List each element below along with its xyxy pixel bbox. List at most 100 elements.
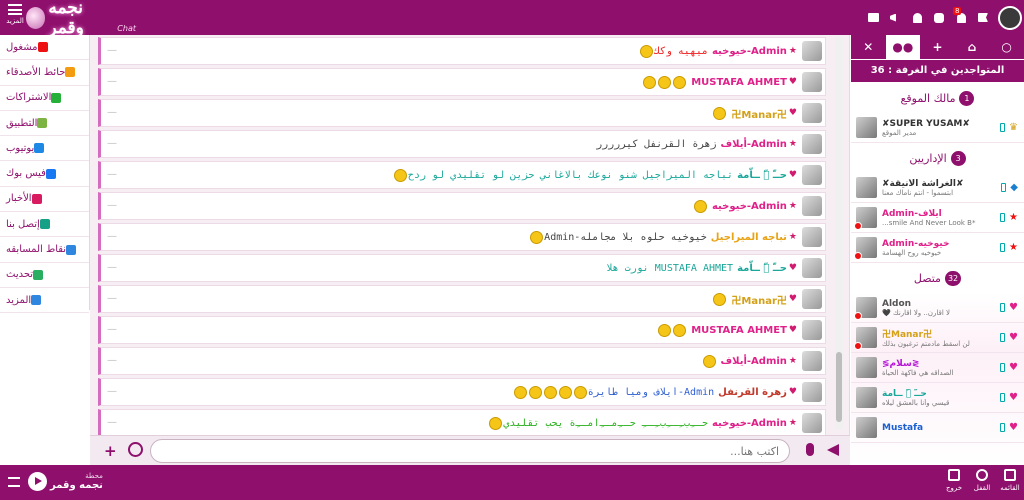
menu-item[interactable]: نقاط المسابقه bbox=[0, 237, 89, 263]
user-avatar[interactable] bbox=[856, 177, 877, 198]
message-username[interactable]: Admin-أيلاف bbox=[721, 139, 787, 150]
message-options-icon[interactable]: — bbox=[107, 386, 117, 397]
message-options-icon[interactable]: — bbox=[107, 231, 117, 242]
message-options-icon[interactable]: — bbox=[107, 138, 117, 149]
user-avatar[interactable] bbox=[856, 417, 877, 438]
chat-message[interactable]: ♥ 卍Manar卍 — bbox=[98, 285, 826, 313]
menu-item[interactable]: فيس بوك bbox=[0, 161, 89, 187]
message-username[interactable]: زهرة القرنفل bbox=[718, 387, 787, 398]
message-options-icon[interactable]: — bbox=[107, 293, 117, 304]
puzzle-icon[interactable] bbox=[928, 0, 950, 35]
user-avatar[interactable] bbox=[854, 237, 877, 260]
message-options-icon[interactable]: — bbox=[107, 355, 117, 366]
send-icon[interactable] bbox=[827, 444, 839, 456]
message-options-icon[interactable]: — bbox=[107, 169, 117, 180]
message-username[interactable]: MUSTAFA AHMET bbox=[691, 325, 787, 336]
site-logo[interactable]: نجمه وقمر Chat bbox=[26, 0, 136, 38]
menu-item[interactable]: يوتيوب bbox=[0, 136, 89, 162]
message-username[interactable]: 卍Manar卍 bbox=[731, 292, 787, 307]
scrollbar-thumb[interactable] bbox=[836, 352, 842, 422]
message-input[interactable] bbox=[150, 439, 790, 463]
plus-icon[interactable]: + bbox=[104, 442, 117, 460]
more-menu-button[interactable]: المزيد bbox=[6, 4, 24, 25]
menu-item[interactable]: الأخبار bbox=[0, 187, 89, 213]
user-row[interactable]: ≶سلام≷ الصداقه هي فاكهة الحياة ♥ bbox=[851, 353, 1024, 383]
flag-icon[interactable] bbox=[972, 0, 994, 35]
message-avatar[interactable] bbox=[802, 72, 822, 92]
menu-item[interactable]: مشغول bbox=[0, 35, 89, 61]
message-username[interactable]: Admin-خيوخيه bbox=[712, 46, 787, 57]
user-avatar[interactable] bbox=[854, 297, 877, 320]
message-avatar[interactable] bbox=[802, 134, 822, 154]
user-avatar[interactable] bbox=[856, 357, 877, 378]
logout-button[interactable]: خروج bbox=[940, 465, 968, 500]
user-row[interactable]: حــّ ﹏ّ ــاّمة قيسي وأنا بالعشق ليلاه ♥ bbox=[851, 383, 1024, 413]
menu-item[interactable]: حائط الأصدقاء bbox=[0, 60, 89, 86]
user-avatar[interactable] bbox=[998, 5, 1022, 30]
emoji-icon[interactable] bbox=[128, 442, 143, 457]
user-row[interactable]: Aldon لا اقارن.. ولا اقارنك 🖤 ♥ bbox=[851, 293, 1024, 323]
chat-message[interactable]: ★ Admin-خيوخيه — bbox=[98, 192, 826, 220]
user-row[interactable]: ✘الغراشة الأنيقة✘ ابتسموا - انتم ناماك مع… bbox=[851, 173, 1024, 203]
message-options-icon[interactable]: — bbox=[107, 417, 117, 428]
tab-home-icon[interactable]: ⌂ bbox=[955, 35, 990, 59]
message-avatar[interactable] bbox=[802, 258, 822, 278]
user-row[interactable]: 卍Manar卍 لن اسقط مادمتم ترغبون بذلك ♥ bbox=[851, 323, 1024, 353]
chat-message[interactable]: ♥ حــّ ﹏ّ ــاّمة MUSTAFA AHMET نورت هلا — bbox=[98, 254, 826, 282]
message-username[interactable]: حــّ ﹏ّ ــاّمة bbox=[737, 263, 787, 274]
chat-message[interactable]: ★ تباجه الميراجيل خيوخيه حلوه بلا مجامله-A… bbox=[98, 223, 826, 251]
message-avatar[interactable] bbox=[802, 196, 822, 216]
message-username[interactable]: تباجه الميراجيل bbox=[711, 232, 787, 243]
menu-item[interactable]: التطبيق bbox=[0, 111, 89, 137]
message-options-icon[interactable]: — bbox=[107, 76, 117, 87]
message-avatar[interactable] bbox=[802, 41, 822, 61]
user-row[interactable]: ✘SUPER YUSAM✘ مدير الموقع ♛ bbox=[851, 113, 1024, 143]
message-options-icon[interactable]: — bbox=[107, 200, 117, 211]
message-username[interactable]: Admin-أيلاف bbox=[721, 356, 787, 367]
chat-message[interactable]: ♥ زهرة القرنفل Admin-أيلاف وميا طايرة — bbox=[98, 378, 826, 406]
lock-button[interactable]: القفل bbox=[968, 465, 996, 500]
user-icon[interactable] bbox=[906, 0, 928, 35]
message-username[interactable]: Admin-خيوخيه bbox=[712, 201, 787, 212]
message-options-icon[interactable]: — bbox=[107, 107, 117, 118]
play-icon[interactable] bbox=[28, 472, 47, 491]
message-options-icon[interactable]: — bbox=[107, 45, 117, 56]
message-avatar[interactable] bbox=[802, 413, 822, 433]
message-avatar[interactable] bbox=[802, 103, 822, 123]
message-username[interactable]: 卍Manar卍 bbox=[731, 106, 787, 121]
message-avatar[interactable] bbox=[802, 289, 822, 309]
user-avatar[interactable] bbox=[856, 387, 877, 408]
chat-message[interactable]: ★ Admin-خيوخيه حـﹻبﹻـﹻبﹻـﹻ حـﹻمـﹻامـﹻة يحب… bbox=[98, 409, 826, 437]
user-avatar[interactable] bbox=[856, 117, 877, 138]
message-avatar[interactable] bbox=[802, 351, 822, 371]
chat-message[interactable]: ★ Admin-خيوخيه ميهيه وكك — bbox=[98, 37, 826, 65]
chat-message[interactable]: ★ Admin-أيلاف زهرة القرنفل كيررررر — bbox=[98, 130, 826, 158]
menu-item[interactable]: إتصل بنا bbox=[0, 212, 89, 238]
user-row[interactable]: Admin-خيوخيه خيوخيه روح الهسامة ★ bbox=[851, 233, 1024, 263]
mail-icon[interactable] bbox=[862, 0, 884, 35]
message-options-icon[interactable]: — bbox=[107, 324, 117, 335]
message-avatar[interactable] bbox=[802, 382, 822, 402]
tab-users-icon[interactable]: ●● bbox=[885, 35, 921, 59]
tab-add-friend-icon[interactable]: + bbox=[920, 35, 955, 59]
message-username[interactable]: حــّ ﹏ّ ــاّمة bbox=[737, 170, 787, 181]
message-avatar[interactable] bbox=[802, 165, 822, 185]
tab-search-icon[interactable]: ○ bbox=[989, 35, 1024, 59]
chat-message[interactable]: ♥ MUSTAFA AHMET — bbox=[98, 316, 826, 344]
megaphone-icon[interactable] bbox=[884, 0, 906, 35]
user-row[interactable]: Admin-أيلاف *smile And Never Look B... ★ bbox=[851, 203, 1024, 233]
close-panel-icon[interactable]: ✕ bbox=[851, 35, 886, 59]
microphone-icon[interactable] bbox=[806, 443, 814, 456]
chat-message[interactable]: ♥ حــّ ﹏ّ ــاّمة تباجه الميراجيل شنو نوعك … bbox=[98, 161, 826, 189]
menu-item[interactable]: المزيد bbox=[0, 288, 89, 314]
user-avatar[interactable] bbox=[854, 207, 877, 230]
menu-item[interactable]: الاشتراكات bbox=[0, 86, 89, 111]
chat-message[interactable]: ♥ 卍Manar卍 — bbox=[98, 99, 826, 127]
menu-button[interactable]: القائمه bbox=[996, 465, 1024, 500]
message-username[interactable]: MUSTAFA AHMET bbox=[691, 77, 787, 88]
chat-message[interactable]: ★ Admin-أيلاف — bbox=[98, 347, 826, 375]
message-username[interactable]: Admin-خيوخيه bbox=[712, 418, 787, 429]
chat-scrollbar[interactable] bbox=[835, 37, 843, 429]
user-avatar[interactable] bbox=[854, 327, 877, 350]
user-row[interactable]: Mustafa ♥ bbox=[851, 413, 1024, 443]
